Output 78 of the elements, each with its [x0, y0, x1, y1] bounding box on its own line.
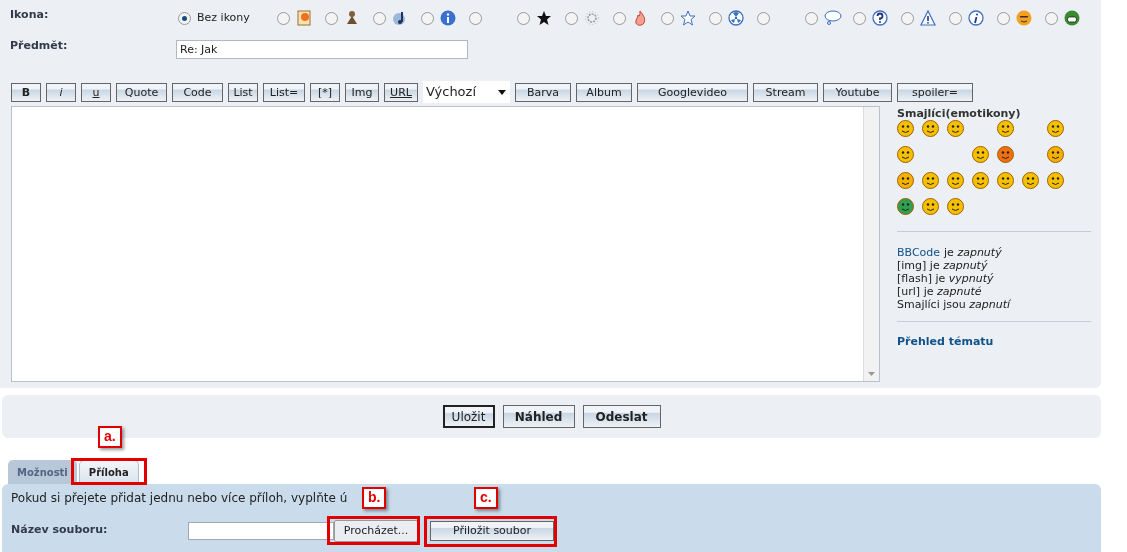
- scroll-down-icon[interactable]: [868, 372, 875, 376]
- radio-button[interactable]: [949, 11, 962, 25]
- submit-button[interactable]: Uložit: [442, 405, 495, 428]
- bbcode-link[interactable]: BBCode: [897, 246, 941, 259]
- browse-button[interactable]: Procházet...: [334, 520, 418, 542]
- radio-button[interactable]: [805, 11, 818, 25]
- format-button[interactable]: URL: [384, 82, 418, 102]
- submit-button[interactable]: Náhled: [502, 405, 575, 428]
- format-button[interactable]: Album: [576, 82, 632, 102]
- format-button[interactable]: List: [228, 82, 258, 102]
- format-button[interactable]: Img: [345, 82, 379, 102]
- radio-button[interactable]: [565, 11, 578, 25]
- star-icon: [680, 10, 696, 26]
- radio-button[interactable]: [517, 11, 530, 25]
- file-path-field[interactable]: [188, 522, 334, 540]
- submit-button[interactable]: Odeslat: [582, 405, 661, 428]
- radio-button[interactable]: [373, 11, 386, 25]
- status-line: je zapnutý: [944, 246, 1002, 259]
- smileys-title: Smajlíci(emotikony): [897, 106, 1021, 122]
- radio-button[interactable]: [178, 11, 191, 25]
- status-line: [img] je zapnutý: [897, 259, 989, 272]
- sun-icon: [584, 10, 600, 26]
- format-button[interactable]: i: [46, 82, 76, 102]
- select-value: Výchozí: [426, 83, 476, 102]
- format-button[interactable]: Youtube: [823, 82, 892, 102]
- format-button[interactable]: Barva: [515, 82, 571, 102]
- info-icon: [440, 10, 456, 26]
- radio-button[interactable]: [469, 11, 482, 25]
- attachment-hint: Pokud si přejete přidat jednu nebo více příloh, vyplňte ú: [11, 490, 348, 507]
- star-icon: [536, 10, 552, 26]
- figure-icon: [344, 10, 360, 26]
- status-line: [url] je zapnuté: [897, 285, 983, 298]
- tab[interactable]: Možnosti: [8, 460, 77, 484]
- status-line: Smajlíci jsou zapnutí: [897, 298, 1010, 311]
- radio-button[interactable]: [1045, 11, 1058, 25]
- field-label: Předmět:: [10, 38, 68, 54]
- radio-button[interactable]: [757, 11, 770, 25]
- status-line: [flash] je vypnutý: [897, 272, 995, 285]
- caret-icon: [498, 89, 506, 95]
- radio-button[interactable]: [613, 11, 626, 25]
- attach-file-button[interactable]: Přiložit soubor: [430, 521, 554, 541]
- font-select[interactable]: Výchozí: [423, 81, 510, 103]
- music-icon: [392, 10, 408, 26]
- topic-review-link[interactable]: Přehled tématu: [897, 334, 994, 351]
- scrollbar[interactable]: [863, 107, 879, 381]
- note-icon: [296, 10, 312, 26]
- radio-button[interactable]: [997, 11, 1010, 25]
- format-button[interactable]: Quote: [116, 82, 167, 102]
- radio-button[interactable]: [901, 11, 914, 25]
- radiation-icon: [728, 10, 744, 26]
- format-button[interactable]: B: [11, 82, 41, 102]
- grin-icon: [1064, 10, 1080, 26]
- warning-icon: [920, 10, 936, 26]
- format-button[interactable]: List=: [263, 82, 305, 102]
- field-label: Ikona:: [10, 7, 49, 23]
- smiley-icon: [1016, 10, 1032, 26]
- radio-button[interactable]: [277, 11, 290, 25]
- callout-label: a.: [98, 426, 122, 448]
- question-icon: [872, 10, 888, 26]
- callout-label: b.: [362, 487, 387, 509]
- speech-bubble-icon: [824, 10, 842, 26]
- format-button[interactable]: [*]: [310, 82, 340, 102]
- format-button[interactable]: Code: [172, 82, 223, 102]
- option-label: Bez ikony: [197, 9, 250, 26]
- format-button[interactable]: Stream: [753, 82, 818, 102]
- subject-field[interactable]: Re: Jak: [176, 40, 468, 59]
- format-button[interactable]: spoiler=: [897, 82, 973, 102]
- radio-button[interactable]: [853, 11, 866, 25]
- callout-label: c.: [474, 487, 498, 509]
- field-label: Název souboru:: [11, 522, 108, 538]
- radio-button[interactable]: [325, 11, 338, 25]
- flame-icon: [632, 10, 648, 26]
- format-button[interactable]: Googlevideo: [637, 82, 748, 102]
- info-icon: [968, 10, 984, 26]
- format-button[interactable]: u: [81, 82, 111, 102]
- radio-button[interactable]: [709, 11, 722, 25]
- radio-button[interactable]: [421, 11, 434, 25]
- radio-button[interactable]: [661, 11, 674, 25]
